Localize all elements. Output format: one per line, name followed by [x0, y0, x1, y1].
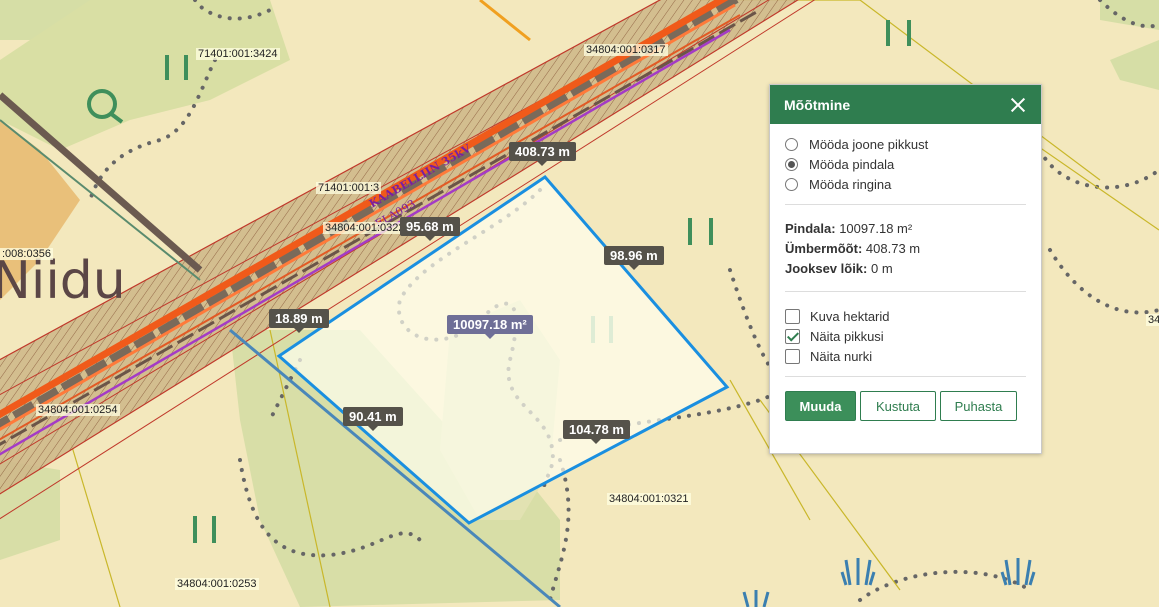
checkbox-icon[interactable]: [785, 348, 800, 364]
radio-icon[interactable]: [785, 137, 798, 151]
segment-stat-value: 0 m: [871, 261, 893, 276]
parcel-label: 34804:001:0317: [584, 44, 668, 56]
parcel-label: 71401:001:3: [316, 182, 382, 194]
delete-button[interactable]: Kustuta: [860, 391, 936, 421]
perimeter-stat: Ümbermõõt: 408.73 m: [785, 239, 1026, 259]
area-stat: Pindala: 10097.18 m²: [785, 219, 1026, 239]
mode-label: Mööda ringina: [809, 176, 892, 192]
panel-title: Mõõtmine: [784, 96, 851, 113]
mode-label: Mööda pindala: [809, 156, 895, 172]
area-stat-value: 10097.18 m²: [839, 221, 913, 236]
measurement-panel: Mõõtmine Mööda joone pikkust Mööda pinda…: [769, 84, 1042, 454]
panel-header: Mõõtmine: [770, 85, 1041, 124]
segment-length-label: 18.89 m: [269, 309, 329, 333]
mode-area-option[interactable]: Mööda pindala: [785, 154, 1026, 174]
wetland-symbols: [742, 558, 1036, 607]
segment-length-label: 95.68 m: [400, 217, 460, 241]
segment-length-label: 104.78 m: [563, 420, 630, 444]
segment-length-label: 90.41 m: [343, 407, 403, 431]
edit-button[interactable]: Muuda: [785, 391, 856, 421]
option-label: Näita pikkusi: [810, 328, 884, 344]
checkbox-checked-icon[interactable]: [785, 328, 800, 344]
option-label: Kuva hektarid: [810, 308, 890, 324]
radio-icon[interactable]: [785, 177, 798, 191]
segment-length-label: 98.96 m: [604, 246, 664, 270]
mode-line-length-option[interactable]: Mööda joone pikkust: [785, 134, 1026, 154]
measurement-stats: Pindala: 10097.18 m² Ümbermõõt: 408.73 m…: [785, 205, 1026, 292]
display-options: Kuva hektarid Näita pikkusi Näita nurki: [785, 292, 1026, 377]
parcel-label: 34804:001:0254: [36, 404, 120, 416]
parcel-label: 34804:001:0253: [175, 578, 259, 590]
show-lengths-option[interactable]: Näita pikkusi: [785, 326, 1026, 346]
option-label: Näita nurki: [810, 348, 873, 364]
perimeter-stat-value: 408.73 m: [865, 241, 921, 256]
close-icon[interactable]: [1009, 96, 1027, 114]
clear-button[interactable]: Puhasta: [940, 391, 1017, 421]
place-name-label: Niidu: [0, 251, 126, 311]
mode-options: Mööda joone pikkust Mööda pindala Mööda …: [785, 124, 1026, 205]
parcel-label: 71401:001:3424: [196, 48, 280, 60]
segment-stat: Jooksev lõik: 0 m: [785, 259, 1026, 279]
area-stat-label: Pindala:: [785, 221, 836, 236]
segment-stat-label: Jooksev lõik:: [785, 261, 868, 276]
parcel-label: :008:0356: [0, 248, 53, 260]
action-buttons: Muuda Kustuta Puhasta: [785, 377, 1026, 421]
show-hectares-option[interactable]: Kuva hektarid: [785, 306, 1026, 326]
parcel-label: 34804:001:0322: [323, 222, 407, 234]
perimeter-stat-label: Ümbermõõt:: [785, 241, 863, 256]
mode-label: Mööda joone pikkust: [809, 136, 929, 152]
area-label: 10097.18 m²: [447, 315, 533, 339]
parcel-label: 34: [1146, 314, 1159, 326]
mode-circle-option[interactable]: Mööda ringina: [785, 174, 1026, 194]
radio-selected-icon[interactable]: [785, 157, 798, 171]
show-angles-option[interactable]: Näita nurki: [785, 346, 1026, 366]
parcel-label: 34804:001:0321: [607, 493, 691, 505]
checkbox-icon[interactable]: [785, 308, 800, 324]
perimeter-label: 408.73 m: [509, 142, 576, 166]
